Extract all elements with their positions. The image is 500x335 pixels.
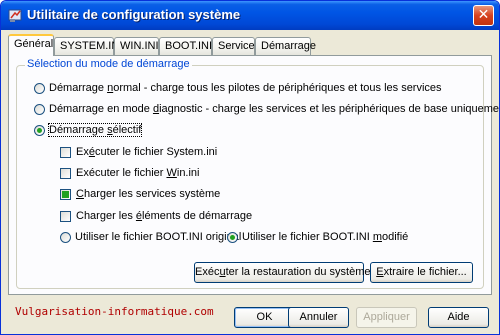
tab-boot-ini[interactable]: BOOT.INI [159, 37, 212, 55]
normal-startup-radio[interactable]: Démarrage normal - charge tous les pilot… [34, 82, 442, 94]
selective-startup-radio[interactable]: Démarrage sélectif [34, 123, 143, 137]
launch-system-restore-button[interactable]: Exécuter la restauration du système [194, 262, 371, 283]
title-bar[interactable]: Utilitaire de configuration système ✕ [1, 1, 499, 30]
tab-services[interactable]: Services [212, 37, 260, 55]
close-icon: ✕ [477, 7, 490, 23]
help-button[interactable]: Aide [428, 307, 489, 328]
apply-button[interactable]: Appliquer [356, 307, 417, 328]
cancel-button[interactable]: Annuler [288, 307, 349, 328]
radio-indicator [34, 124, 45, 136]
process-system-ini-checkbox[interactable]: Exécuter le fichier System.ini [60, 146, 217, 158]
load-startup-items-checkbox[interactable]: Charger les éléments de démarrage [60, 210, 252, 222]
original-boot-ini-radio[interactable]: Utiliser le fichier BOOT.INI original [60, 231, 241, 243]
load-system-services-label: Charger les services système [76, 188, 221, 200]
expand-file-button[interactable]: Extraire le fichier... [370, 262, 473, 283]
load-system-services-checkbox[interactable]: Charger les services système [60, 188, 220, 200]
modified-boot-ini-label: Utiliser le fichier BOOT.INI modifié [242, 231, 409, 243]
radio-indicator [34, 82, 45, 94]
process-win-ini-checkbox[interactable]: Exécuter le fichier Win.ini [60, 167, 200, 179]
modified-boot-ini-radio[interactable]: Utiliser le fichier BOOT.INI modifié [227, 231, 408, 243]
diagnostic-startup-label: Démarrage en mode diagnostic - charge le… [49, 103, 500, 115]
selective-startup-label: Démarrage sélectif [47, 123, 143, 137]
tab-general[interactable]: Général [8, 34, 54, 56]
checkbox-indicator [60, 210, 71, 222]
diagnostic-startup-radio[interactable]: Démarrage en mode diagnostic - charge le… [34, 103, 500, 115]
checkbox-indicator [60, 188, 71, 200]
original-boot-ini-label: Utiliser le fichier BOOT.INI original [75, 231, 242, 243]
close-button[interactable]: ✕ [473, 5, 494, 26]
process-system-ini-label: Exécuter le fichier System.ini [76, 146, 218, 158]
radio-indicator [227, 231, 238, 243]
tab-win-ini[interactable]: WIN.INI [114, 37, 159, 55]
checkbox-indicator [60, 167, 71, 179]
tab-system-ini[interactable]: SYSTEM.INI [54, 37, 122, 55]
load-startup-items-label: Charger les éléments de démarrage [76, 210, 253, 222]
radio-indicator [60, 231, 71, 243]
checkbox-indicator [60, 146, 71, 158]
startup-mode-group: Sélection du mode de démarrage Démarrage… [16, 58, 499, 289]
general-tab-panel: Sélection du mode de démarrage Démarrage… [8, 55, 499, 295]
window-title: Utilitaire de configuration système [27, 7, 241, 22]
group-legend: Sélection du mode de démarrage [25, 58, 192, 70]
watermark-text: Vulgarisation-informatique.com [15, 305, 214, 318]
msconfig-window: Utilitaire de configuration système ✕ Gé… [0, 0, 500, 335]
tab-startup[interactable]: Démarrage [255, 37, 316, 55]
msconfig-icon [8, 9, 22, 22]
ok-button[interactable]: OK [234, 307, 295, 328]
normal-startup-label: Démarrage normal - charge tous les pilot… [49, 82, 442, 94]
process-win-ini-label: Exécuter le fichier Win.ini [76, 167, 200, 179]
radio-indicator [34, 103, 45, 115]
